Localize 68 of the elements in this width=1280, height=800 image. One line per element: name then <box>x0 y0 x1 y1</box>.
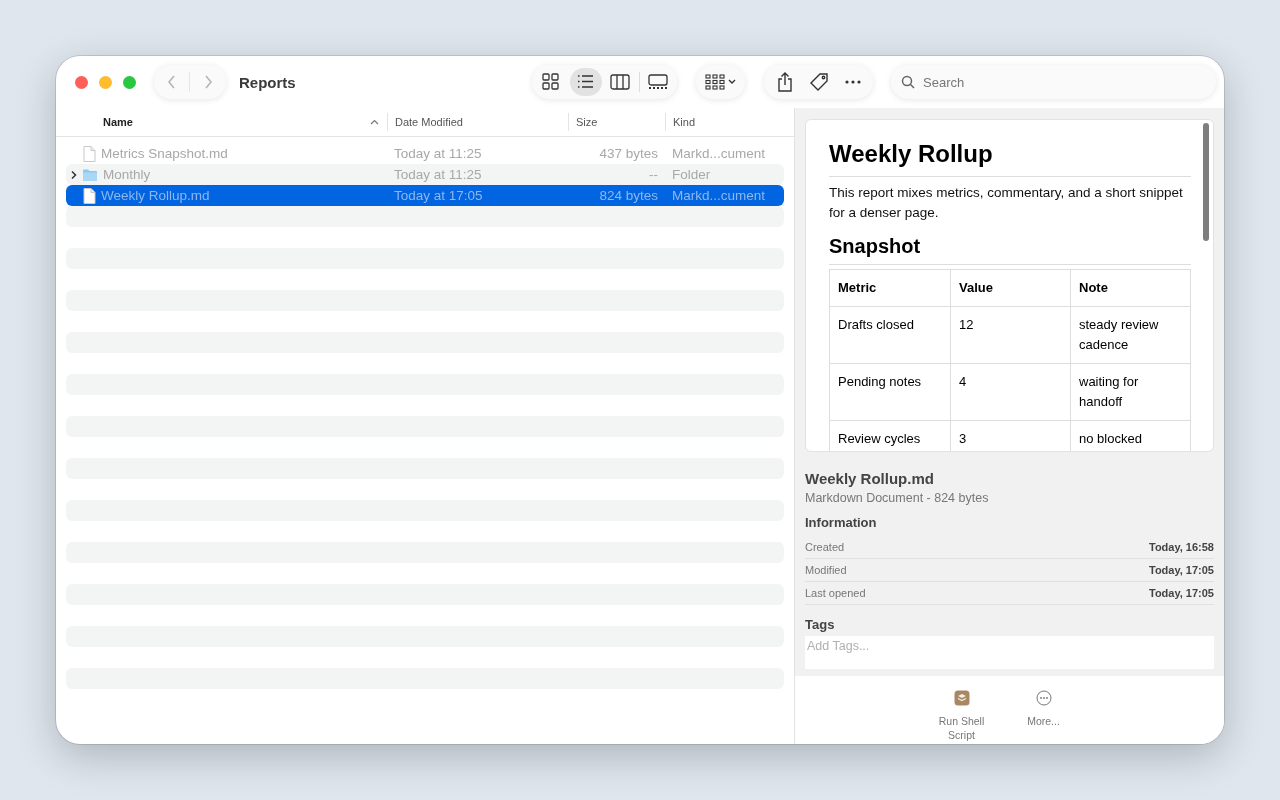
section-heading: Information <box>805 515 878 530</box>
table-cell: 4 <box>950 363 1071 421</box>
file-subtitle: Markdown Document - 824 bytes <box>805 491 990 505</box>
column-header[interactable]: Date Modified <box>387 113 568 131</box>
share-button[interactable] <box>775 71 794 93</box>
file-kind: Markd...cument <box>671 188 766 203</box>
view-button[interactable] <box>569 68 603 96</box>
section-heading: Snapshot <box>829 235 1191 265</box>
date-modified: Today at 17:05 <box>393 188 484 203</box>
table-header: Metric <box>829 269 951 307</box>
script-icon <box>953 690 970 706</box>
share-icon <box>775 71 794 93</box>
tag-icon <box>808 72 829 92</box>
table-header: Value <box>950 269 1071 307</box>
table-cell: Review cycles <box>829 420 951 451</box>
info-label: Last opened <box>805 587 866 599</box>
table-cell: Drafts closed <box>829 306 951 364</box>
file-name: Metrics Snapshot.md <box>101 146 228 161</box>
columns-icon <box>610 72 631 92</box>
info-label: Created <box>805 541 845 553</box>
info-value: Today, 17:05 <box>1149 564 1214 576</box>
gallery-icon <box>647 72 668 92</box>
table-cell: 12 <box>950 306 1071 364</box>
document-icon <box>82 145 96 162</box>
disclosure-icon[interactable] <box>70 169 78 180</box>
table-header: Note <box>1070 269 1191 307</box>
close-button[interactable] <box>75 75 88 89</box>
document-paragraph: This report mixes metrics, commentary, and a short snippet for a denser page. <box>829 184 1184 222</box>
scrollbar-thumb[interactable] <box>1203 123 1209 241</box>
info-value: Today, 16:58 <box>1149 541 1214 553</box>
grid-icon <box>541 72 562 92</box>
section-heading: Tags <box>805 617 836 632</box>
file-title: Weekly Rollup.md <box>805 470 935 487</box>
document-icon <box>82 187 96 204</box>
quick-action-button[interactable]: More... <box>1010 690 1077 728</box>
info-value: Today, 17:05 <box>1149 587 1214 599</box>
grid-icon <box>705 74 725 90</box>
more-button[interactable] <box>843 79 862 85</box>
sort-caret-icon <box>370 119 379 125</box>
table-cell: steady review cadence <box>1070 306 1191 364</box>
ellipsis-icon <box>843 79 862 85</box>
file-kind: Markd...cument <box>671 146 766 161</box>
quick-action-button[interactable]: Run Shell Script <box>928 690 995 742</box>
file-size: -- <box>648 167 658 182</box>
tags-field[interactable]: Add Tags... <box>805 636 1214 669</box>
date-modified: Today at 11:25 <box>393 146 483 161</box>
file-row[interactable]: Metrics Snapshot.md Today at 11:25 437 bytes Markd...cument <box>66 143 784 164</box>
column-header[interactable]: Size <box>568 113 665 131</box>
column-header[interactable]: Name <box>56 113 387 131</box>
folder-icon <box>82 167 98 182</box>
column-header[interactable]: Kind <box>665 113 794 131</box>
document-heading: Weekly Rollup <box>829 140 1191 177</box>
search-icon <box>901 75 915 89</box>
date-modified: Today at 11:25 <box>393 167 483 182</box>
file-kind: Folder <box>671 167 711 182</box>
group-button[interactable] <box>696 65 745 99</box>
info-label: Modified <box>805 564 847 576</box>
window-title: Reports <box>239 73 296 91</box>
file-size: 437 bytes <box>598 146 658 161</box>
table-cell: Pending notes <box>829 363 951 421</box>
table-cell: waiting for handoff <box>1070 363 1191 421</box>
ellipsis-icon <box>1035 690 1052 706</box>
file-name: Monthly <box>103 167 151 182</box>
file-row[interactable]: Weekly Rollup.md Today at 17:05 824 bytes Markd...cument <box>66 185 784 206</box>
tag-button[interactable] <box>808 72 829 92</box>
file-size: 824 bytes <box>598 188 658 203</box>
file-name: Weekly Rollup.md <box>101 188 210 203</box>
chevron-down-icon <box>728 79 736 85</box>
